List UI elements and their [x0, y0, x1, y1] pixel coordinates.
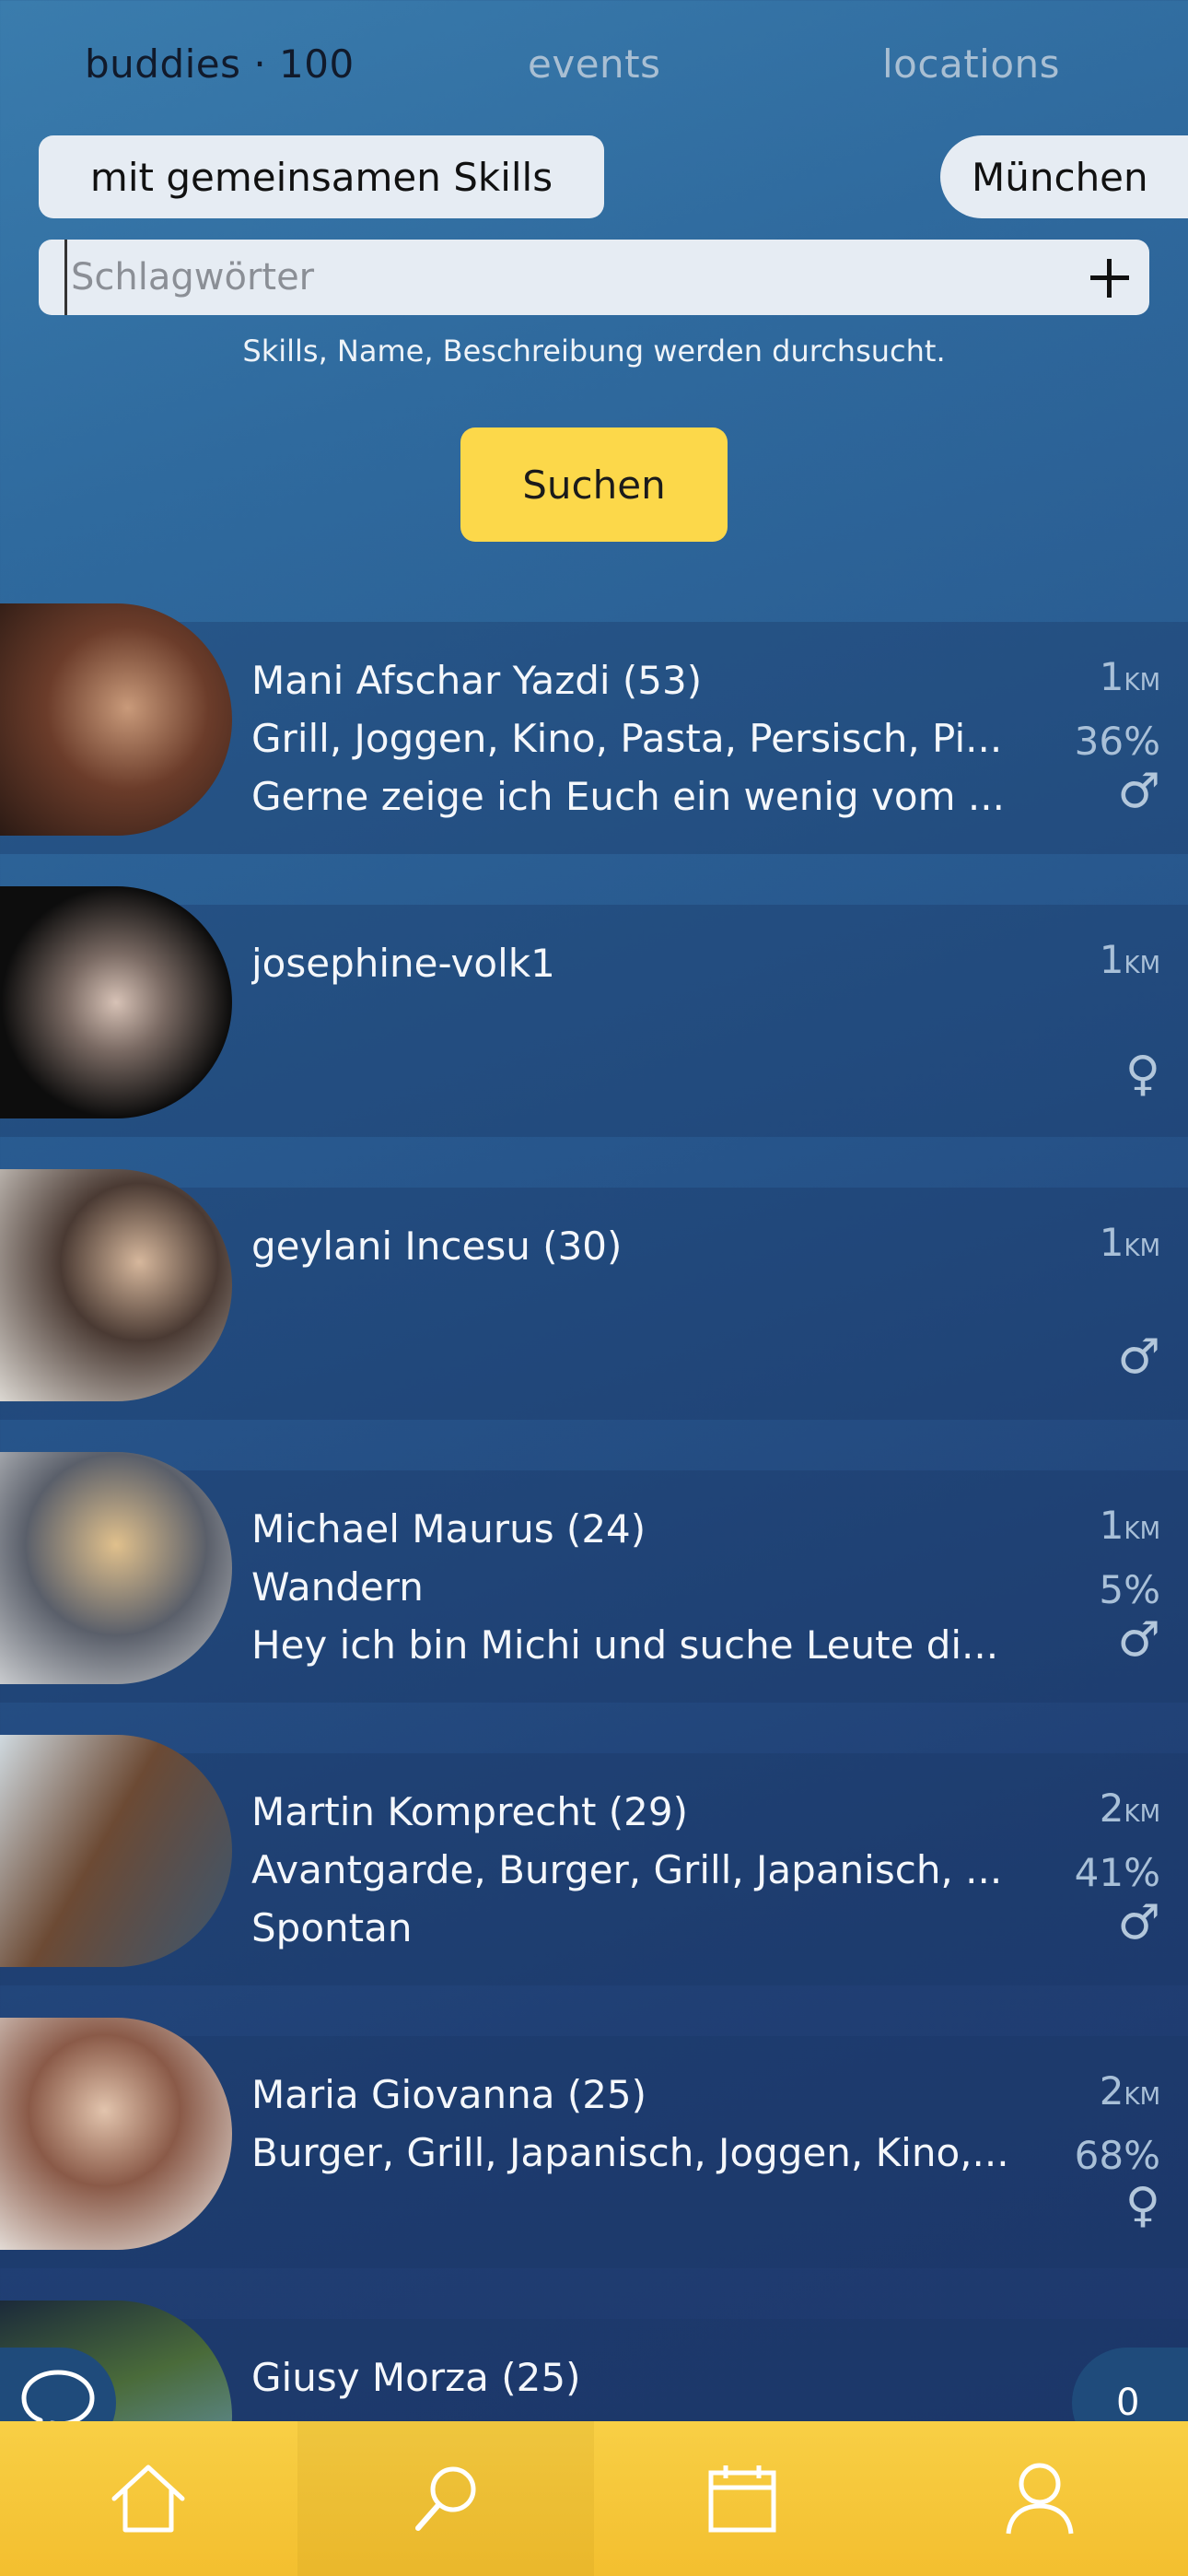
match-percentage: 5%: [1099, 1567, 1160, 1612]
search-box: [39, 240, 1149, 315]
avatar[interactable]: [0, 603, 232, 836]
buddy-info: geylani Incesu (30): [251, 1217, 1034, 1275]
skills-filter-button[interactable]: mit gemeinsamen Skills: [39, 135, 604, 218]
nav-home[interactable]: [0, 2421, 297, 2576]
search-submit-button[interactable]: Suchen: [460, 427, 728, 542]
calendar-icon: [708, 2465, 776, 2533]
search-icon: [414, 2466, 476, 2531]
male-icon: ♂: [1117, 1329, 1160, 1385]
buddy-name: geylani Incesu (30): [251, 1224, 623, 1269]
distance-value: 1: [1099, 654, 1124, 699]
match-percentage: 41%: [1074, 1850, 1160, 1895]
notification-count: 0: [1116, 2382, 1140, 2424]
buddy-skills: Wandern: [251, 1564, 424, 1610]
distance-label: 2KM: [1050, 1779, 1160, 1844]
nav-profile[interactable]: [891, 2421, 1188, 2576]
home-icon: [111, 2465, 185, 2533]
buddy-name: Martin Komprecht (29): [251, 1789, 688, 1834]
bottom-nav: [0, 2421, 1188, 2576]
buddy-meta: 2KM 68% ♀: [1050, 2062, 1160, 2230]
buddy-meta: 1KM ♀: [1050, 931, 1160, 1098]
match-percentage: [1050, 995, 1160, 1053]
distance-label: 1KM: [1050, 648, 1160, 712]
avatar[interactable]: [0, 1452, 232, 1684]
buddy-name: Maria Giovanna (25): [251, 2072, 647, 2117]
distance-label: 1KM: [1050, 931, 1160, 995]
buddy-info: Michael Maurus (24) Wandern Hey ich bin Mi…: [251, 1500, 1034, 1674]
tab-locations[interactable]: locations: [882, 41, 1060, 87]
buddy-description: Hey ich bin Michi und suche Leute di...: [251, 1622, 999, 1668]
male-icon: ♂: [1117, 1612, 1160, 1668]
buddy-name: Mani Afschar Yazdi (53): [251, 658, 703, 703]
distance-unit: KM: [1124, 2083, 1160, 2111]
distance-value: 1: [1099, 1503, 1124, 1548]
buddy-meta: 1KM 5% ♂: [1050, 1496, 1160, 1664]
avatar[interactable]: [0, 1735, 232, 1967]
buddy-name: josephine-volk1: [251, 941, 555, 986]
avatar[interactable]: [0, 1169, 232, 1401]
avatar[interactable]: [0, 886, 232, 1118]
distance-label: 2KM: [1050, 2062, 1160, 2126]
buddy-row[interactable]: Maria Giovanna (25) Burger, Grill, Japani…: [0, 2018, 1188, 2268]
distance-unit: KM: [1124, 1800, 1160, 1828]
buddy-name: Michael Maurus (24): [251, 1506, 646, 1551]
search-hint: Skills, Name, Beschreibung werden durchs…: [242, 334, 946, 369]
buddy-info: Martin Komprecht (29) Avantgarde, Burger,…: [251, 1783, 1034, 1957]
buddy-row[interactable]: Michael Maurus (24) Wandern Hey ich bin Mi…: [0, 1452, 1188, 1703]
match-percentage: 36%: [1074, 719, 1160, 764]
buddy-info: Mani Afschar Yazdi (53) Grill, Joggen, Ki…: [251, 651, 1034, 825]
distance-value: 2: [1099, 1786, 1124, 1831]
nav-search[interactable]: [297, 2421, 594, 2576]
search-submit-label: Suchen: [522, 462, 666, 508]
buddy-meta: 2KM 41% ♂: [1050, 1779, 1160, 1947]
profile-icon: [1006, 2463, 1074, 2535]
buddy-row[interactable]: josephine-volk1 1KM ♀: [0, 886, 1188, 1137]
search-input[interactable]: [64, 240, 1059, 315]
buddy-skills: Burger, Grill, Japanisch, Joggen, Kino,.…: [251, 2130, 1009, 2175]
female-icon: ♀: [1124, 2178, 1160, 2233]
buddy-row[interactable]: geylani Incesu (30) 1KM ♂: [0, 1169, 1188, 1420]
avatar[interactable]: [0, 2018, 232, 2250]
tab-events[interactable]: events: [528, 41, 661, 87]
tab-buddies[interactable]: buddies · 100: [85, 41, 355, 87]
buddy-description: Gerne zeige ich Euch ein wenig vom ...: [251, 774, 1005, 819]
buddy-info: Giusy Morza (25): [251, 2348, 1034, 2406]
distance-unit: KM: [1124, 952, 1160, 979]
avatar-photo: [0, 1735, 232, 1967]
top-tabs: buddies · 100 events locations: [0, 0, 1188, 138]
male-icon: ♂: [1117, 1895, 1160, 1950]
city-filter-label: München: [972, 154, 1148, 200]
buddy-name: Giusy Morza (25): [251, 2355, 581, 2400]
distance-unit: KM: [1124, 1517, 1160, 1545]
avatar-photo: [0, 2018, 232, 2250]
city-filter-button[interactable]: München: [940, 135, 1188, 218]
match-percentage: [1050, 1278, 1160, 1336]
buddy-info: josephine-volk1: [251, 934, 1034, 992]
avatar-photo: [0, 603, 232, 836]
buddy-info: Maria Giovanna (25) Burger, Grill, Japani…: [251, 2066, 1034, 2182]
distance-unit: KM: [1124, 669, 1160, 697]
skills-filter-label: mit gemeinsamen Skills: [89, 154, 553, 200]
avatar-photo: [0, 1452, 232, 1684]
buddy-row[interactable]: Martin Komprecht (29) Avantgarde, Burger,…: [0, 1735, 1188, 1985]
avatar-photo: [0, 1169, 232, 1401]
buddy-meta: 1KM ♂: [1050, 1213, 1160, 1381]
add-keyword-button[interactable]: [1087, 254, 1133, 300]
distance-value: 1: [1099, 1220, 1124, 1265]
distance-unit: KM: [1124, 1235, 1160, 1262]
distance-label: 1KM: [1050, 1213, 1160, 1278]
match-percentage: 68%: [1074, 2133, 1160, 2178]
nav-events[interactable]: [594, 2421, 891, 2576]
buddy-meta: 1KM 36% ♂: [1050, 648, 1160, 815]
male-icon: ♂: [1117, 764, 1160, 819]
distance-value: 1: [1099, 937, 1124, 982]
distance-label: 1KM: [1050, 1496, 1160, 1561]
buddy-description: Spontan: [251, 1905, 413, 1950]
buddy-skills: Avantgarde, Burger, Grill, Japanisch, ..…: [251, 1847, 1003, 1892]
avatar-photo: [0, 886, 232, 1118]
female-icon: ♀: [1124, 1047, 1160, 1102]
buddy-skills: Grill, Joggen, Kino, Pasta, Persisch, Pi…: [251, 716, 1003, 761]
buddy-row[interactable]: Mani Afschar Yazdi (53) Grill, Joggen, Ki…: [0, 603, 1188, 854]
distance-value: 2: [1099, 2068, 1124, 2113]
